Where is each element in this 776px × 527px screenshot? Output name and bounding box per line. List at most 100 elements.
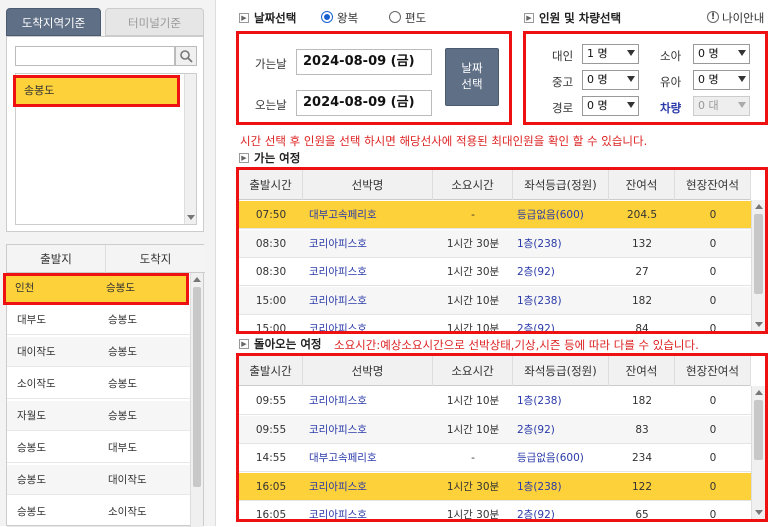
route-list-header: 출발지 도착지: [7, 245, 205, 273]
senior-select[interactable]: 0 명: [582, 96, 639, 116]
outbound-row[interactable]: 08:30 코리아피스호 1시간 30분 2층(92) 27 0: [239, 258, 751, 287]
senior-value: 0 명: [587, 99, 608, 112]
outbound-cell-time: 15:00: [255, 294, 287, 307]
child-label: 소아: [660, 49, 682, 63]
route-row[interactable]: 대부도 승봉도: [7, 305, 192, 335]
adult-select[interactable]: 1 명: [582, 44, 639, 64]
scroll-thumb[interactable]: [754, 214, 763, 294]
scroll-up-icon[interactable]: [755, 204, 763, 209]
depart-date-input[interactable]: 2024-08-09 (금): [296, 49, 432, 75]
age-guide-link[interactable]: 나이안내: [722, 10, 764, 26]
child-select[interactable]: 0 명: [693, 44, 750, 64]
outbound-table-header: 출발시간 선박명 소요시간 좌석등급(정원) 잔여석 현장잔여석: [239, 170, 751, 200]
inbound-row[interactable]: 09:55 코리아피스호 1시간 10분 1층(238) 182 0: [239, 387, 751, 415]
destination-list-scrollbar[interactable]: [184, 74, 196, 224]
route-row[interactable]: 대이작도 승봉도: [7, 337, 192, 367]
scroll-thumb[interactable]: [754, 400, 763, 460]
inbound-cell-seat[interactable]: 1층(238): [513, 387, 609, 415]
inbound-row-selected[interactable]: 16:05 코리아피스호 1시간 30분 1층(238) 122 0: [239, 472, 751, 501]
route-from: 승봉도: [17, 506, 46, 518]
outbound-cell-ship[interactable]: 대부고속페리호: [303, 201, 433, 229]
route-row[interactable]: 승봉도 소이작도: [7, 497, 192, 527]
student-select[interactable]: 0 명: [582, 70, 639, 90]
inbound-cell-ship[interactable]: 코리아피스호: [303, 501, 433, 519]
scroll-thumb[interactable]: [193, 287, 201, 487]
outbound-header-cell: 선박명: [303, 170, 433, 200]
scroll-down-icon[interactable]: [187, 215, 195, 220]
inbound-duration-note: 소요시간:예상소요시간으로 선박상태,기상,시즌 등에 따라 다를 수 있습니다…: [334, 338, 699, 352]
inbound-cell-onsite: 0: [709, 423, 717, 436]
tab-by-destination[interactable]: 도착지역기준: [6, 8, 101, 36]
inbound-cell-seat[interactable]: 2층(92): [513, 501, 609, 519]
pax-section-title: 인원 및 차량선택: [539, 11, 622, 25]
destination-search-input[interactable]: [15, 46, 175, 66]
outbound-cell-ship[interactable]: 코리아피스호: [303, 315, 433, 331]
inbound-cell-time: 16:05: [255, 509, 287, 522]
outbound-cell-ship[interactable]: 코리아피스호: [303, 230, 433, 258]
round-trip-label[interactable]: 왕복: [337, 10, 358, 26]
outbound-cell-ship[interactable]: 코리아피스호: [303, 258, 433, 286]
chevron-down-icon: [627, 50, 635, 56]
outbound-cell-seat[interactable]: 1층(238): [513, 287, 609, 315]
route-to: 승봉도: [108, 314, 137, 326]
destination-item-selected[interactable]: 송봉도: [13, 75, 180, 107]
route-row-selected[interactable]: 인천 승봉도: [3, 273, 189, 305]
inbound-cell-seat[interactable]: 등급없음(600): [513, 444, 609, 472]
route-row[interactable]: 승봉도 대부도: [7, 433, 192, 463]
tab-by-terminal[interactable]: 터미널기준: [105, 8, 204, 36]
route-row[interactable]: 소이작도 승봉도: [7, 369, 192, 399]
round-trip-radio[interactable]: [321, 11, 333, 23]
section-arrow-icon: ▶: [524, 13, 534, 23]
inbound-cell-remain: 182: [631, 395, 653, 407]
inbound-row[interactable]: 09:55 코리아피스호 1시간 10분 2층(92) 83 0: [239, 415, 751, 444]
senior-label: 경로: [552, 101, 574, 115]
route-row[interactable]: 자월도 승봉도: [7, 401, 192, 431]
date-select-button[interactable]: 날짜 선택: [445, 48, 499, 106]
scroll-down-icon[interactable]: [755, 322, 763, 327]
inbound-row[interactable]: 14:55 대부고속페리호 - 등급없음(600) 234 0: [239, 444, 751, 473]
infant-select[interactable]: 0 명: [693, 70, 750, 90]
inbound-header-cell: 좌석등급(정원): [513, 356, 609, 386]
outbound-table-scrollbar[interactable]: [751, 200, 765, 331]
outbound-cell-seat[interactable]: 2층(92): [513, 315, 609, 331]
date-selection-box: 가는날 2024-08-09 (금) 오는날 2024-08-09 (금) 날짜…: [236, 31, 512, 125]
outbound-cell-seat[interactable]: 등급없음(600): [513, 201, 609, 229]
inbound-cell-ship[interactable]: 대부고속페리호: [303, 444, 433, 472]
return-date-input[interactable]: 2024-08-09 (금): [296, 90, 432, 116]
inbound-row[interactable]: 16:05 코리아피스호 1시간 30분 2층(92) 65 0: [239, 501, 751, 522]
inbound-cell-seat[interactable]: 2층(92): [513, 416, 609, 444]
outbound-row[interactable]: 15:00 코리아피스호 1시간 10분 2층(92) 84 0: [239, 315, 751, 331]
inbound-cell-seat[interactable]: 1층(238): [513, 473, 609, 501]
scroll-down-icon[interactable]: [755, 510, 763, 515]
outbound-cell-onsite: 0: [709, 266, 717, 279]
child-value: 0 명: [698, 47, 719, 60]
route-list-scrollbar[interactable]: [190, 273, 203, 527]
outbound-cell-ship[interactable]: 코리아피스호: [303, 287, 433, 315]
inbound-cell-ship[interactable]: 코리아피스호: [303, 473, 433, 501]
outbound-cell-time: 07:50: [255, 209, 287, 221]
route-row[interactable]: 승봉도 대이작도: [7, 465, 192, 495]
search-icon[interactable]: [175, 46, 197, 66]
outbound-title: 가는 여정: [254, 151, 301, 165]
scroll-up-icon[interactable]: [193, 277, 201, 282]
outbound-cell-seat[interactable]: 1층(238): [513, 230, 609, 258]
inbound-cell-ship[interactable]: 코리아피스호: [303, 416, 433, 444]
outbound-row[interactable]: 08:30 코리아피스호 1시간 30분 1층(238) 132 0: [239, 229, 751, 258]
vehicle-select: 0 대: [693, 96, 750, 116]
scroll-up-icon[interactable]: [755, 390, 763, 395]
outbound-row-selected[interactable]: 07:50 대부고속페리호 - 등급없음(600) 204.5 0: [239, 201, 751, 229]
left-panel: 도착지역기준 터미널기준 송봉도 출발지 도착지 인천 승봉도 대부도 승봉도 대이작도…: [0, 0, 216, 527]
outbound-cell-remain: 132: [631, 237, 653, 250]
outbound-row[interactable]: 15:00 코리아피스호 1시간 10분 1층(238) 182 0: [239, 286, 751, 315]
student-label: 중고: [552, 75, 574, 89]
one-way-label[interactable]: 편도: [405, 10, 426, 26]
outbound-cell-onsite: 0: [709, 209, 717, 221]
inbound-cell-ship[interactable]: 코리아피스호: [303, 387, 433, 415]
inbound-header-cell: 출발시간: [239, 356, 303, 386]
info-icon[interactable]: !: [707, 11, 719, 23]
inbound-table-scrollbar[interactable]: [751, 386, 765, 519]
outbound-cell-seat[interactable]: 2층(92): [513, 258, 609, 286]
max-passenger-notice: 시간 선택 후 인원을 선택 하시면 해당선사에 적용된 최대인원을 확인 할 …: [240, 134, 648, 148]
route-from: 승봉도: [17, 442, 46, 454]
one-way-radio[interactable]: [389, 11, 401, 23]
